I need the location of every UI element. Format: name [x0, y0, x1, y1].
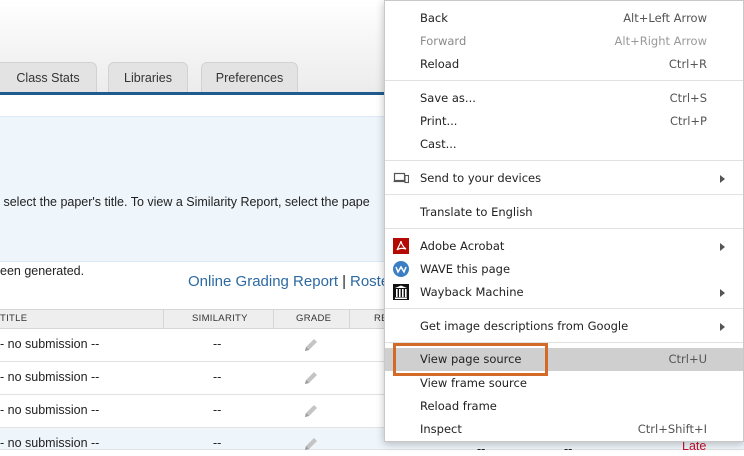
report-links: Online Grading Report|Roste ter: [188, 273, 744, 290]
menu-item-wayback-machine[interactable]: Wayback Machine: [385, 281, 743, 304]
submenu-arrow-icon: [720, 175, 725, 183]
menu-item-send-to-devices[interactable]: Send to your devices: [385, 167, 743, 190]
menu-item-label: Reload frame: [420, 399, 497, 413]
menu-item-print[interactable]: Print... Ctrl+P: [385, 110, 743, 133]
menu-item-label: Adobe Acrobat: [420, 239, 505, 253]
menu-item-shortcut: Ctrl+S: [669, 91, 707, 105]
menu-separator: [385, 194, 743, 195]
header-divider: [163, 310, 164, 328]
adobe-acrobat-icon: [393, 238, 409, 254]
row-title[interactable]: - no submission --: [0, 436, 99, 450]
pencil-icon[interactable]: [302, 435, 320, 453]
menu-item-view-frame-source[interactable]: View frame source: [385, 372, 743, 395]
menu-item-reload[interactable]: Reload Ctrl+R: [385, 53, 743, 76]
menu-item-shortcut: Alt+Left Arrow: [623, 11, 707, 25]
menu-item-cast[interactable]: Cast...: [385, 133, 743, 156]
menu-item-label: WAVE this page: [420, 262, 511, 276]
menu-item-label: Send to your devices: [420, 171, 542, 185]
tab-libraries[interactable]: Libraries: [108, 62, 188, 92]
pencil-icon[interactable]: [302, 402, 320, 420]
menu-item-label: Reload: [420, 57, 460, 71]
wave-icon: [393, 261, 409, 277]
info-line-1: select the paper's title. To view a Simi…: [0, 195, 370, 209]
menu-item-label: Cast...: [420, 137, 457, 151]
row-similarity: --: [213, 337, 222, 351]
menu-item-label: Wayback Machine: [420, 285, 524, 299]
menu-item-inspect[interactable]: Inspect Ctrl+Shift+I: [385, 418, 743, 441]
submenu-arrow-icon: [720, 323, 725, 331]
row-cell: --: [477, 442, 486, 456]
header-title[interactable]: TITLE: [0, 310, 27, 328]
wayback-machine-icon: [393, 284, 409, 300]
row-cell: --: [564, 442, 573, 456]
menu-separator: [385, 342, 743, 343]
menu-item-label: Back: [420, 11, 448, 25]
menu-item-translate[interactable]: Translate to English: [385, 201, 743, 224]
menu-item-shortcut: Alt+Right Arrow: [614, 34, 707, 48]
tab-preferences[interactable]: Preferences: [201, 62, 298, 92]
menu-item-label: Forward: [420, 34, 467, 48]
menu-item-label: Inspect: [420, 422, 462, 436]
menu-item-forward[interactable]: Forward Alt+Right Arrow: [385, 30, 743, 53]
pencil-icon[interactable]: [302, 336, 320, 354]
header-similarity[interactable]: SIMILARITY: [192, 310, 248, 328]
menu-item-label: Get image descriptions from Google: [420, 319, 629, 333]
menu-item-wave[interactable]: WAVE this page: [385, 258, 743, 281]
row-similarity: --: [213, 403, 222, 417]
menu-item-label: View frame source: [420, 376, 527, 390]
menu-item-shortcut: Ctrl+U: [668, 352, 707, 366]
row-title[interactable]: - no submission --: [0, 370, 99, 384]
menu-item-shortcut: Ctrl+Shift+I: [637, 422, 707, 436]
header-divider: [349, 310, 350, 328]
menu-item-label: View page source: [420, 352, 522, 366]
menu-item-adobe-acrobat[interactable]: Adobe Acrobat: [385, 235, 743, 258]
menu-item-label: Translate to English: [420, 205, 533, 219]
header-grade[interactable]: GRADE: [296, 310, 331, 328]
menu-separator: [385, 228, 743, 229]
context-menu: Back Alt+Left Arrow Forward Alt+Right Ar…: [384, 0, 744, 442]
row-similarity: --: [213, 370, 222, 384]
menu-separator: [385, 160, 743, 161]
menu-separator: [385, 80, 743, 81]
info-text: select the paper's title. To view a Simi…: [0, 145, 370, 329]
menu-item-shortcut: Ctrl+P: [669, 114, 707, 128]
row-similarity: --: [213, 436, 222, 450]
row-title[interactable]: - no submission --: [0, 403, 99, 417]
menu-item-back[interactable]: Back Alt+Left Arrow: [385, 7, 743, 30]
submenu-arrow-icon: [720, 243, 725, 251]
menu-item-reload-frame[interactable]: Reload frame: [385, 395, 743, 418]
submenu-arrow-icon: [720, 289, 725, 297]
tab-class-stats[interactable]: Class Stats: [0, 62, 97, 92]
online-grading-report-link[interactable]: Online Grading Report: [188, 273, 338, 290]
pencil-icon[interactable]: [302, 369, 320, 387]
menu-separator: [385, 308, 743, 309]
link-separator: |: [342, 273, 346, 290]
devices-icon: [393, 172, 409, 184]
menu-item-label: Print...: [420, 114, 458, 128]
menu-item-shortcut: Ctrl+R: [668, 57, 707, 71]
menu-item-image-descriptions[interactable]: Get image descriptions from Google: [385, 315, 743, 338]
row-title[interactable]: - no submission --: [0, 337, 99, 351]
menu-item-view-page-source[interactable]: View page source Ctrl+U: [385, 348, 743, 371]
menu-item-label: Save as...: [420, 91, 476, 105]
header-divider: [273, 310, 274, 328]
menu-item-save-as[interactable]: Save as... Ctrl+S: [385, 87, 743, 110]
